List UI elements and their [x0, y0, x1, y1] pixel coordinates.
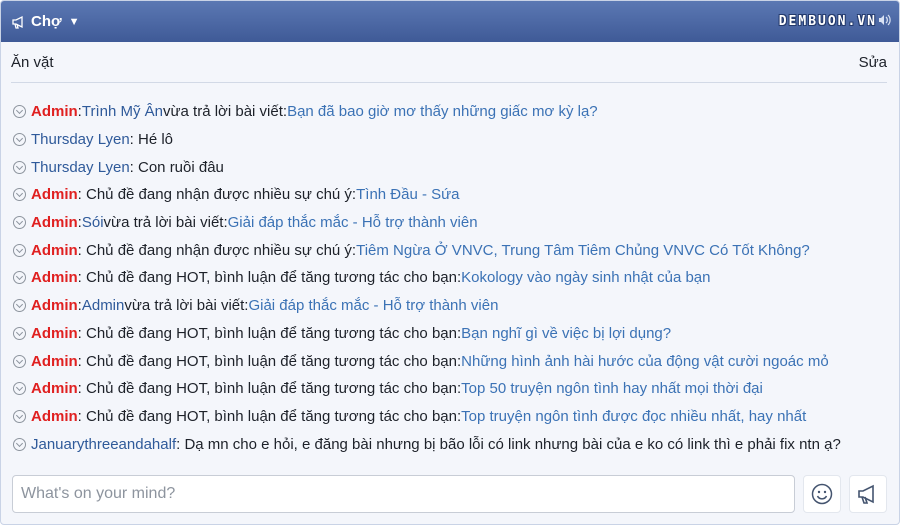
message-row: Thursday Lyen: Con ruồi đâu	[13, 153, 889, 181]
message-author[interactable]: Thursday Lyen	[31, 159, 130, 176]
message-row: Admin: Chủ đề đang HOT, bình luận để tăn…	[13, 320, 889, 348]
message-row: Thursday Lyen: Hé lô	[13, 126, 889, 154]
megaphone-icon	[858, 484, 874, 504]
message-text: : Chủ đề đang nhận được nhiều sự chú ý:	[77, 186, 357, 204]
emoji-button[interactable]	[803, 475, 841, 513]
message-text: : Dạ mn cho e hỏi, e đăng bài nhưng bị b…	[176, 435, 841, 453]
chevron-down-icon[interactable]	[13, 216, 26, 230]
chevron-down-icon[interactable]	[13, 160, 26, 174]
message-actor[interactable]: Admin	[82, 297, 125, 314]
chevron-down-icon[interactable]	[13, 299, 26, 313]
message-author[interactable]: Admin	[31, 214, 78, 231]
message-text: : Con ruồi đâu	[129, 158, 224, 176]
message-author[interactable]: Admin	[31, 325, 78, 342]
message-text: vừa trả lời bài viết:	[162, 103, 288, 121]
message-text: : Chủ đề đang HOT, bình luận để tăng tươ…	[77, 407, 462, 425]
topic-link[interactable]: Bạn nghĩ gì về việc bị lợi dụng?	[461, 325, 671, 342]
message-author[interactable]: Admin	[31, 103, 78, 120]
message-row: Admin: Admin vừa trả lời bài viết: Giải …	[13, 292, 889, 320]
message-author[interactable]: Admin	[31, 408, 78, 425]
topic-link[interactable]: Tiêm Ngừa Ở VNVC, Trung Tâm Tiêm Chủng V…	[356, 242, 810, 259]
topic-link[interactable]: Kokology vào ngày sinh nhật của bạn	[461, 269, 710, 286]
message-author[interactable]: Admin	[31, 186, 78, 203]
topic-link[interactable]: Những hình ảnh hài hước của động vật cườ…	[461, 353, 829, 370]
message-text: : Chủ đề đang HOT, bình luận để tăng tươ…	[77, 324, 462, 342]
message-author[interactable]: Admin	[31, 269, 78, 286]
topic-link[interactable]: Tình Đầu - Sứa	[356, 186, 459, 203]
message-text: : Chủ đề đang HOT, bình luận để tăng tươ…	[77, 269, 462, 287]
message-actor[interactable]: Sói	[82, 214, 104, 231]
topic-link[interactable]: Bạn đã bao giờ mơ thấy những giấc mơ kỳ …	[287, 103, 598, 120]
send-button[interactable]	[849, 475, 887, 513]
chevron-down-icon[interactable]	[13, 437, 26, 451]
message-text: : Chủ đề đang nhận được nhiều sự chú ý:	[77, 241, 357, 259]
chevron-down-icon[interactable]	[13, 133, 26, 147]
message-author[interactable]: Admin	[31, 353, 78, 370]
topic-link[interactable]: Top truyện ngôn tình được đọc nhiều nhất…	[461, 408, 806, 425]
message-row: Admin: Trình Mỹ Ân vừa trả lời bài viết:…	[13, 98, 889, 126]
message-text: : Hé lô	[129, 131, 174, 149]
chatbox: Chợ ▼ DEMBUON.VN Ăn vặt Sửa Admin: Trình…	[0, 0, 900, 525]
chevron-down-icon[interactable]	[13, 409, 26, 423]
message-author[interactable]: Thursday Lyen	[31, 131, 130, 148]
message-actor[interactable]: Trình Mỹ Ân	[82, 103, 163, 120]
message-row: Admin: Chủ đề đang HOT, bình luận để tăn…	[13, 403, 889, 431]
subbar: Ăn vặt Sửa	[11, 42, 887, 83]
chevron-down-icon[interactable]	[13, 188, 26, 202]
message-text: vừa trả lời bài viết:	[124, 297, 249, 315]
chevron-down-icon[interactable]	[13, 354, 26, 368]
chevron-down-icon[interactable]	[13, 326, 26, 340]
message-row: Admin: Chủ đề đang HOT, bình luận để tăn…	[13, 264, 889, 292]
megaphone-icon	[11, 14, 27, 30]
message-row: Admin: Chủ đề đang HOT, bình luận để tăn…	[13, 347, 889, 375]
edit-link[interactable]: Sửa	[859, 54, 887, 71]
topic-link[interactable]: Giải đáp thắc mắc - Hỗ trợ thành viên	[248, 297, 498, 314]
channel-title[interactable]: Chợ	[31, 13, 62, 30]
message-author[interactable]: Admin	[31, 242, 78, 259]
chevron-down-icon[interactable]	[13, 243, 26, 257]
message-text: vừa trả lời bài viết:	[103, 214, 228, 232]
message-text: : Chủ đề đang HOT, bình luận để tăng tươ…	[77, 352, 462, 370]
message-author[interactable]: Admin	[31, 380, 78, 397]
message-list: Admin: Trình Mỹ Ân vừa trả lời bài viết:…	[13, 98, 889, 458]
message-input[interactable]	[12, 475, 795, 513]
speaker-icon[interactable]	[877, 13, 891, 30]
message-author[interactable]: Januarythreeandahalf	[31, 436, 176, 453]
message-row: Admin: Chủ đề đang nhận được nhiều sự ch…	[13, 236, 889, 264]
smiley-icon	[811, 483, 833, 505]
topic-link[interactable]: Giải đáp thắc mắc - Hỗ trợ thành viên	[228, 214, 478, 231]
brand-logo: DEMBUON.VN	[778, 14, 877, 29]
composer	[12, 474, 887, 514]
message-row: Januarythreeandahalf: Dạ mn cho e hỏi, e…	[13, 430, 889, 458]
chevron-down-icon[interactable]	[13, 105, 26, 119]
message-row: Admin: Chủ đề đang HOT, bình luận để tăn…	[13, 375, 889, 403]
chat-header: Chợ ▼ DEMBUON.VN	[1, 1, 899, 42]
chevron-down-icon[interactable]	[13, 382, 26, 396]
message-text: : Chủ đề đang HOT, bình luận để tăng tươ…	[77, 380, 462, 398]
message-row: Admin: Sói vừa trả lời bài viết: Giải đá…	[13, 209, 889, 237]
topic-link[interactable]: Top 50 truyện ngôn tình hay nhất mọi thờ…	[461, 380, 763, 397]
caret-down-icon[interactable]: ▼	[69, 16, 80, 28]
subbar-label: Ăn vặt	[11, 53, 54, 71]
message-author[interactable]: Admin	[31, 297, 78, 314]
message-row: Admin: Chủ đề đang nhận được nhiều sự ch…	[13, 181, 889, 209]
chevron-down-icon[interactable]	[13, 271, 26, 285]
